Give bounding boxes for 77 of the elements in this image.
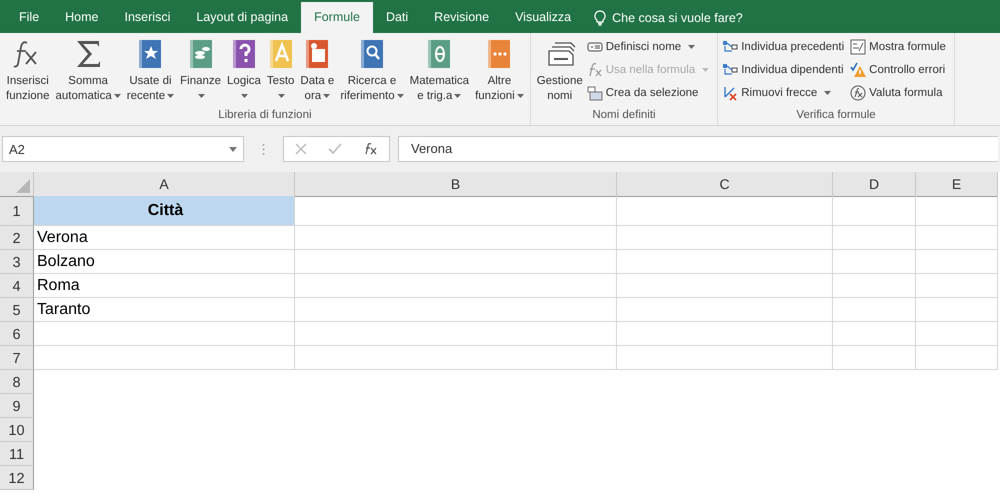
- ribbon-button[interactable]: Rimuovi frecce: [722, 83, 848, 103]
- column-header[interactable]: E: [916, 172, 998, 197]
- table-icon: [586, 85, 603, 101]
- ribbon-button[interactable]: Ricerca e riferimento: [338, 33, 406, 107]
- formula-sheet-icon: [850, 39, 866, 55]
- remove-arrows-icon: [722, 85, 738, 101]
- ribbon-tab[interactable]: Revisione: [421, 2, 502, 33]
- ribbon-button[interactable]: Matematica e trig.a: [408, 33, 472, 107]
- warning-icon: [850, 62, 866, 78]
- column-header[interactable]: B: [295, 172, 617, 197]
- triangle-icon: [16, 179, 30, 193]
- question-book-icon: [230, 37, 257, 71]
- ribbon-tab[interactable]: File: [6, 2, 52, 33]
- ribbon-tab[interactable]: Dati: [372, 2, 422, 33]
- ribbon-button[interactable]: Data e ora: [298, 33, 336, 107]
- ribbon-tab[interactable]: Inserisci: [112, 2, 184, 33]
- row-header[interactable]: 7: [0, 346, 34, 370]
- ribbon-tab[interactable]: Visualizza: [502, 2, 584, 33]
- ribbon-button[interactable]: Logica: [225, 33, 263, 107]
- row-header[interactable]: 9: [0, 394, 34, 418]
- dots-book-icon: [486, 37, 512, 71]
- star-book-icon: [137, 37, 164, 71]
- cancel-icon[interactable]: [294, 143, 307, 155]
- lightbulb-icon: [594, 10, 606, 26]
- table-cell: Città: [34, 196, 295, 226]
- table-cell: Bolzano: [34, 250, 295, 274]
- ribbon-tab[interactable]: Home: [52, 2, 112, 33]
- magnifier-book-icon: [358, 37, 385, 71]
- ribbon-button[interactable]: Individua precedenti: [722, 37, 848, 57]
- tell-me-search[interactable]: Che cosa si vuole fare?: [612, 10, 743, 24]
- function-circle-icon: [850, 85, 866, 101]
- function-icon[interactable]: [364, 143, 378, 155]
- coins-book-icon: [188, 37, 214, 71]
- ribbon-tab[interactable]: Formule: [301, 2, 373, 33]
- function-icon: [586, 62, 603, 78]
- row-header[interactable]: 8: [0, 370, 34, 394]
- ribbon-button[interactable]: Definisci nome: [586, 37, 714, 57]
- row-header[interactable]: 3: [0, 250, 34, 274]
- column-header[interactable]: C: [617, 172, 833, 197]
- table-cell: Roma: [34, 274, 295, 298]
- ribbon-button[interactable]: Mostra formule: [850, 37, 950, 57]
- row-header[interactable]: 11: [0, 442, 34, 466]
- letter-book-icon: [268, 37, 294, 71]
- table-cell: Verona: [34, 226, 295, 250]
- ribbon-button[interactable]: Controllo errori: [850, 60, 950, 80]
- select-all-corner[interactable]: [0, 172, 34, 197]
- row-header[interactable]: 4: [0, 274, 34, 298]
- row-header[interactable]: 10: [0, 418, 34, 442]
- ribbon-button[interactable]: Gestione nomi: [534, 33, 585, 107]
- math-book-icon: [426, 37, 452, 71]
- check-icon[interactable]: [328, 143, 342, 155]
- caret-icon: [229, 146, 237, 152]
- row-header[interactable]: 1: [0, 196, 34, 226]
- ribbon-button[interactable]: Usate di recente: [124, 33, 176, 107]
- ribbon-tab[interactable]: Layout di pagina: [183, 2, 302, 33]
- ribbon-button[interactable]: Finanze: [178, 33, 224, 107]
- calendar-book-icon: [304, 37, 330, 71]
- ribbon-button[interactable]: Altre funzioni: [473, 33, 526, 107]
- ribbon-button[interactable]: Testo: [264, 33, 296, 107]
- group-label: Verifica formule: [795, 108, 877, 123]
- ribbon-button[interactable]: Inserisci funzione: [4, 33, 52, 107]
- ribbon-button[interactable]: Individua dipendenti: [722, 60, 848, 80]
- name-box[interactable]: A2: [2, 136, 244, 162]
- row-header[interactable]: 5: [0, 298, 34, 322]
- row-header[interactable]: 2: [0, 226, 34, 250]
- ribbon-button[interactable]: Valuta formula: [850, 83, 950, 103]
- column-header[interactable]: D: [833, 172, 916, 197]
- table-cell: Taranto: [34, 298, 295, 322]
- grip-icon: [262, 142, 265, 156]
- group-label: Libreria di funzioni: [217, 108, 313, 123]
- formula-field[interactable]: Verona: [398, 136, 998, 162]
- row-header[interactable]: 6: [0, 322, 34, 346]
- column-header[interactable]: A: [34, 172, 295, 197]
- ribbon-button[interactable]: Somma automatica: [53, 33, 123, 107]
- ribbon-button[interactable]: Crea da selezione: [586, 83, 714, 103]
- row-header[interactable]: 12: [0, 466, 34, 490]
- group-label: Nomi definiti: [591, 108, 657, 123]
